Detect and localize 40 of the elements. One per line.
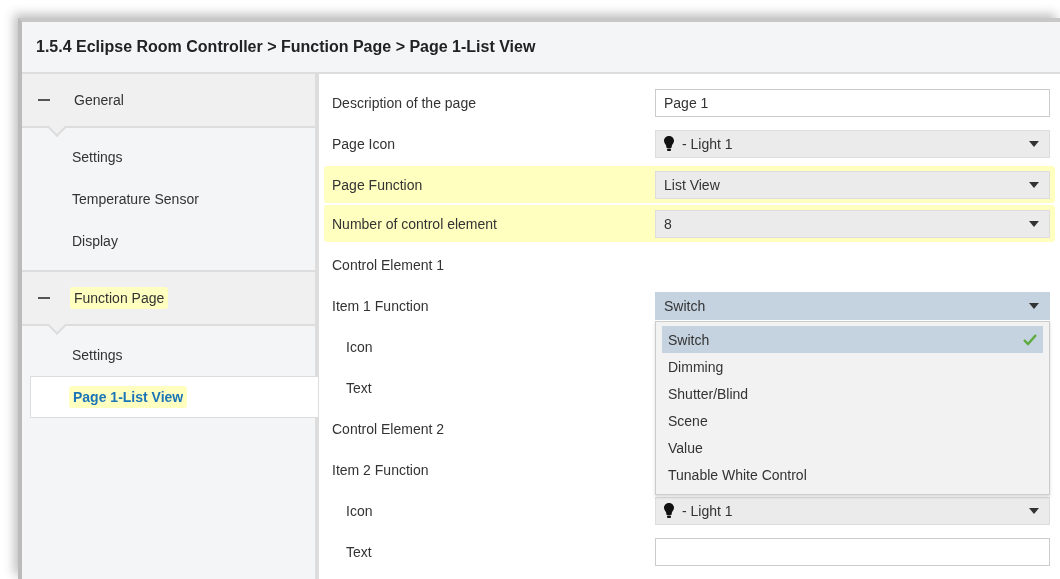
parameter-label: Number of control element bbox=[332, 215, 498, 232]
menu-option[interactable]: Dimming bbox=[662, 353, 1043, 380]
parameter-label: Text bbox=[345, 543, 373, 560]
sidebar-group[interactable]: Function Page bbox=[22, 270, 315, 326]
checkmark-icon bbox=[1023, 333, 1037, 346]
sidebar-item[interactable]: Temperature Sensor bbox=[22, 178, 315, 220]
section-heading: Control Element 1 bbox=[332, 256, 446, 273]
caret-icon bbox=[1029, 302, 1039, 309]
menu-option[interactable]: Tunable White Control bbox=[662, 461, 1043, 488]
menu-option[interactable]: Scene bbox=[662, 407, 1043, 434]
menu-option[interactable]: Value bbox=[662, 434, 1043, 461]
caret-icon bbox=[1029, 181, 1039, 188]
text-field[interactable] bbox=[655, 537, 1050, 566]
sidebar-item[interactable]: Settings bbox=[22, 334, 315, 376]
parameter-label: Item 1 Function bbox=[332, 297, 430, 314]
sidebar-item[interactable]: Page 1-List View bbox=[30, 376, 319, 418]
sidebar-item[interactable]: Settings bbox=[22, 136, 315, 178]
text-field[interactable]: Page 1 bbox=[655, 88, 1050, 117]
light-bulb-icon bbox=[664, 502, 674, 519]
menu-option[interactable]: Switch bbox=[662, 326, 1043, 353]
parameter-label: Item 2 Function bbox=[332, 461, 430, 478]
dropdown[interactable]: Switch bbox=[655, 291, 1050, 320]
menu-option[interactable]: Shutter/Blind bbox=[662, 380, 1043, 407]
dropdown[interactable]: List View bbox=[655, 170, 1050, 199]
light-bulb-icon bbox=[664, 135, 674, 152]
caret-icon bbox=[1029, 220, 1039, 227]
dropdown[interactable]: 8 bbox=[655, 209, 1050, 238]
parameter-label: Page Icon bbox=[332, 135, 397, 152]
caret-icon bbox=[1029, 140, 1039, 147]
dropdown[interactable]: - Light 1 bbox=[655, 496, 1050, 525]
parameter-label: Icon bbox=[345, 338, 374, 355]
caret-icon bbox=[1029, 507, 1039, 514]
parameter-label: Description of the page bbox=[332, 94, 477, 111]
section-heading: Control Element 2 bbox=[332, 420, 446, 437]
parameter-label: Page Function bbox=[332, 176, 424, 193]
sidebar-item[interactable]: Display bbox=[22, 220, 315, 262]
sidebar-group[interactable]: General bbox=[22, 74, 315, 128]
parameter-label: Icon bbox=[345, 502, 374, 519]
dropdown[interactable]: - Light 1 bbox=[655, 129, 1050, 158]
parameter-label: Text bbox=[345, 379, 373, 396]
